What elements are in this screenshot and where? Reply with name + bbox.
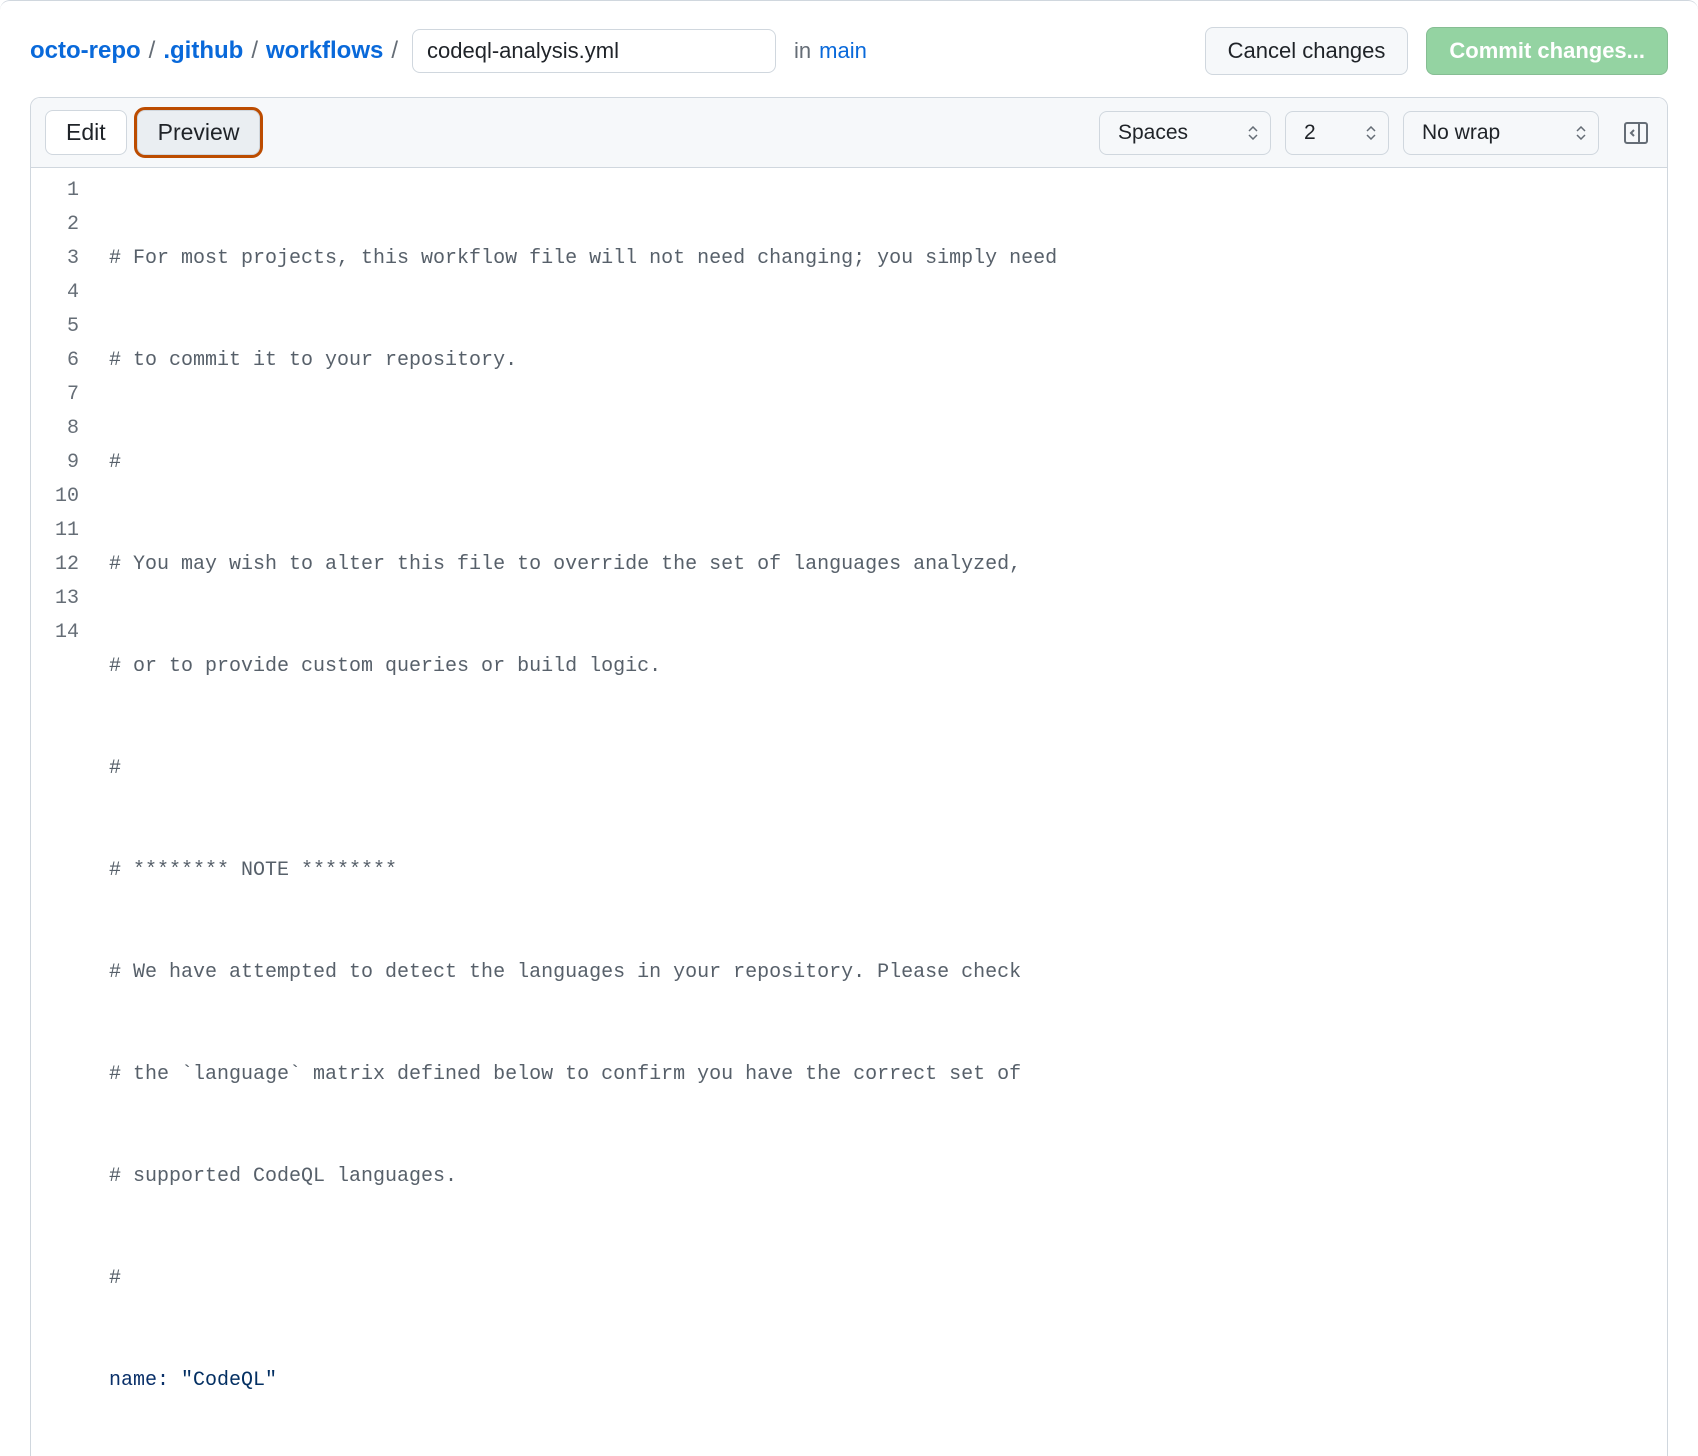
cancel-button[interactable]: Cancel changes bbox=[1205, 27, 1409, 75]
commit-button[interactable]: Commit changes... bbox=[1426, 27, 1668, 75]
chevron-updown-icon bbox=[1366, 126, 1376, 140]
page-container: octo-repo / .github / workflows / in mai… bbox=[0, 0, 1698, 1456]
code-line: # bbox=[109, 1267, 121, 1290]
line-number: 4 bbox=[31, 276, 79, 310]
line-number: 7 bbox=[31, 378, 79, 412]
line-number: 14 bbox=[31, 616, 79, 650]
line-number: 8 bbox=[31, 412, 79, 446]
code-line: # bbox=[109, 757, 121, 780]
code-line: # bbox=[109, 451, 121, 474]
line-number: 1 bbox=[31, 174, 79, 208]
breadcrumb-repo[interactable]: octo-repo bbox=[30, 37, 141, 65]
editor-frame: Edit Preview Spaces 2 bbox=[30, 97, 1668, 1456]
line-number: 2 bbox=[31, 208, 79, 242]
line-number: 13 bbox=[31, 582, 79, 616]
indent-size-value: 2 bbox=[1304, 121, 1316, 145]
branch-indicator: in main bbox=[794, 38, 867, 64]
breadcrumb-dir-workflows[interactable]: workflows bbox=[266, 37, 383, 65]
code-line: # to commit it to your repository. bbox=[109, 349, 517, 372]
tab-edit[interactable]: Edit bbox=[45, 110, 127, 155]
code-editor[interactable]: 1 2 3 4 5 6 7 8 9 10 11 12 13 14 # For m… bbox=[31, 168, 1667, 1456]
chevron-updown-icon bbox=[1248, 126, 1258, 140]
line-number: 3 bbox=[31, 242, 79, 276]
line-number: 10 bbox=[31, 480, 79, 514]
indent-mode-value: Spaces bbox=[1118, 121, 1188, 145]
tab-preview[interactable]: Preview bbox=[137, 110, 261, 155]
branch-name[interactable]: main bbox=[819, 38, 867, 64]
sidebar-toggle-icon[interactable] bbox=[1619, 116, 1653, 150]
code-line: # You may wish to alter this file to ove… bbox=[109, 553, 1021, 576]
code-line: # ******** NOTE ******** bbox=[109, 859, 397, 882]
code-line: # For most projects, this workflow file … bbox=[109, 247, 1057, 270]
line-number: 11 bbox=[31, 514, 79, 548]
code-line: # supported CodeQL languages. bbox=[109, 1165, 457, 1188]
toolbar-right: Spaces 2 No wrap bbox=[1099, 111, 1653, 155]
in-label: in bbox=[794, 38, 811, 64]
code-line: # or to provide custom queries or build … bbox=[109, 655, 661, 678]
wrap-mode-value: No wrap bbox=[1422, 121, 1500, 145]
line-number: 12 bbox=[31, 548, 79, 582]
line-number: 5 bbox=[31, 310, 79, 344]
breadcrumb: octo-repo / .github / workflows / bbox=[30, 37, 406, 65]
breadcrumb-dir-github[interactable]: .github bbox=[163, 37, 243, 65]
code-line: # We have attempted to detect the langua… bbox=[109, 961, 1021, 984]
line-number: 9 bbox=[31, 446, 79, 480]
line-number: 6 bbox=[31, 344, 79, 378]
chevron-updown-icon bbox=[1576, 126, 1586, 140]
breadcrumb-sep: / bbox=[243, 37, 266, 65]
filename-input[interactable] bbox=[412, 29, 776, 73]
code-key: name: bbox=[109, 1369, 169, 1392]
wrap-mode-select[interactable]: No wrap bbox=[1403, 111, 1599, 155]
file-header: octo-repo / .github / workflows / in mai… bbox=[0, 5, 1698, 97]
indent-mode-select[interactable]: Spaces bbox=[1099, 111, 1271, 155]
code-string: "CodeQL" bbox=[169, 1369, 277, 1392]
editor-toolbar: Edit Preview Spaces 2 bbox=[31, 98, 1667, 168]
breadcrumb-sep: / bbox=[383, 37, 406, 65]
indent-size-select[interactable]: 2 bbox=[1285, 111, 1389, 155]
line-gutter: 1 2 3 4 5 6 7 8 9 10 11 12 13 14 bbox=[31, 168, 93, 1456]
code-content[interactable]: # For most projects, this workflow file … bbox=[93, 168, 1667, 1456]
code-line: # the `language` matrix defined below to… bbox=[109, 1063, 1021, 1086]
breadcrumb-sep: / bbox=[141, 37, 164, 65]
